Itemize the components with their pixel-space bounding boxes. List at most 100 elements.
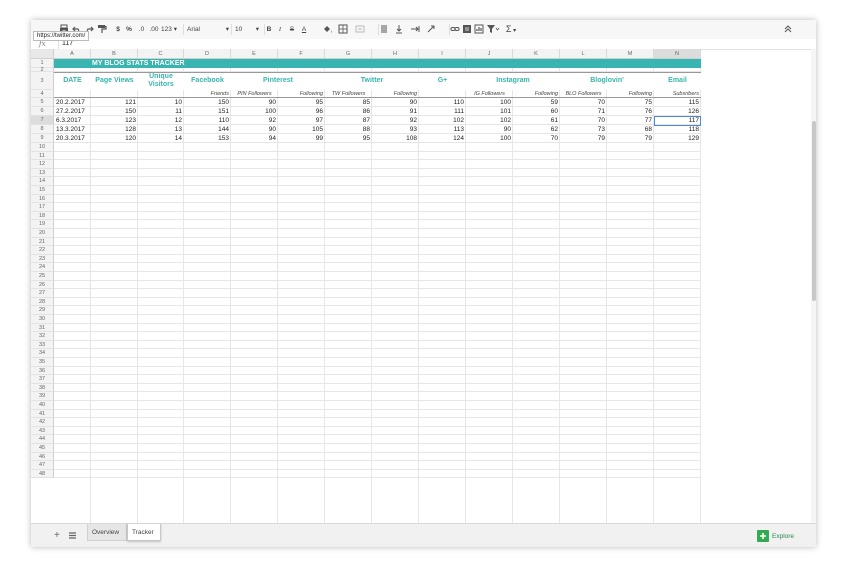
row-header[interactable]: 46 bbox=[31, 452, 54, 462]
column-header-k[interactable]: K bbox=[513, 49, 560, 59]
table-cell[interactable]: 102 bbox=[466, 116, 513, 125]
row-header[interactable]: 22 bbox=[31, 246, 54, 255]
vertical-scrollbar[interactable] bbox=[811, 49, 816, 523]
column-header-b[interactable]: B bbox=[91, 49, 138, 59]
row-header[interactable]: 12 bbox=[31, 160, 54, 169]
header-page-views[interactable]: Page Views bbox=[91, 72, 138, 90]
table-cell[interactable]: 128 bbox=[91, 125, 138, 134]
paint-format-icon[interactable] bbox=[97, 24, 107, 35]
row-header[interactable]: 6 bbox=[31, 107, 54, 116]
table-cell[interactable]: 11 bbox=[138, 107, 184, 116]
table-cell[interactable]: 10 bbox=[138, 98, 184, 107]
table-cell[interactable]: 20.3.2017 bbox=[54, 134, 91, 143]
header-pinterest[interactable]: Pinterest bbox=[231, 72, 325, 90]
text-color-button[interactable]: A bbox=[299, 24, 309, 35]
row-header[interactable]: 7 bbox=[31, 116, 54, 125]
table-cell[interactable]: 90 bbox=[372, 98, 419, 107]
table-cell[interactable]: 91 bbox=[372, 107, 419, 116]
increase-decimal-button[interactable]: .00 bbox=[148, 24, 160, 35]
table-cell[interactable]: 118 bbox=[654, 125, 701, 134]
table-cell[interactable]: 14 bbox=[138, 134, 184, 143]
table-cell[interactable]: 68 bbox=[607, 125, 654, 134]
row-header[interactable]: 17 bbox=[31, 203, 54, 212]
scrollbar-thumb[interactable] bbox=[811, 121, 816, 301]
row-header[interactable]: 34 bbox=[31, 349, 54, 358]
font-family-select[interactable]: Arial ▾ bbox=[183, 24, 231, 35]
header-instagram[interactable]: Instagram bbox=[466, 72, 560, 90]
table-cell[interactable]: 6.3.2017 bbox=[54, 116, 91, 125]
header-twitter[interactable]: Twitter bbox=[325, 72, 419, 90]
table-cell[interactable]: 129 bbox=[654, 134, 701, 143]
row-header[interactable]: 33 bbox=[31, 340, 54, 350]
table-cell[interactable]: 12 bbox=[138, 116, 184, 125]
row-header[interactable]: 21 bbox=[31, 237, 54, 247]
row-header[interactable]: 4 bbox=[31, 90, 54, 98]
table-cell[interactable]: 102 bbox=[419, 116, 466, 125]
currency-format-button[interactable]: $ bbox=[114, 24, 122, 35]
column-header-d[interactable]: D bbox=[184, 49, 231, 59]
table-cell[interactable]: 86 bbox=[325, 107, 372, 116]
table-cell[interactable]: 99 bbox=[278, 134, 325, 143]
table-cell[interactable]: 108 bbox=[372, 134, 419, 143]
table-cell[interactable]: 87 bbox=[325, 116, 372, 125]
row-header[interactable]: 25 bbox=[31, 272, 54, 281]
font-size-select[interactable]: 10 ▾ bbox=[231, 24, 261, 35]
header-gplus[interactable]: G+ bbox=[419, 72, 466, 90]
table-cell[interactable]: 95 bbox=[325, 134, 372, 143]
select-all-corner[interactable] bbox=[31, 49, 54, 59]
row-header[interactable]: 18 bbox=[31, 211, 54, 221]
table-cell[interactable]: 96 bbox=[278, 107, 325, 116]
row-header[interactable]: 24 bbox=[31, 263, 54, 272]
row-header[interactable]: 39 bbox=[31, 392, 54, 401]
table-cell[interactable]: 59 bbox=[513, 98, 560, 107]
horizontal-align-icon[interactable] bbox=[378, 24, 391, 35]
table-cell[interactable]: 111 bbox=[419, 107, 466, 116]
row-header[interactable]: 5 bbox=[31, 98, 54, 107]
formula-input[interactable]: 117 bbox=[58, 39, 802, 49]
more-formats-button[interactable]: 123 ▾ bbox=[161, 24, 177, 35]
row-header[interactable]: 3 bbox=[31, 72, 54, 90]
table-cell[interactable]: 79 bbox=[560, 134, 607, 143]
column-header-j[interactable]: J bbox=[466, 49, 513, 59]
column-header-g[interactable]: G bbox=[325, 49, 372, 59]
row-header[interactable]: 40 bbox=[31, 401, 54, 410]
table-cell[interactable]: 150 bbox=[184, 98, 231, 107]
row-header[interactable]: 29 bbox=[31, 306, 54, 315]
table-cell[interactable]: 90 bbox=[231, 98, 278, 107]
column-header-h[interactable]: H bbox=[372, 49, 419, 59]
header-unique-visitors[interactable]: Unique Visitors bbox=[138, 72, 184, 90]
selected-cell[interactable] bbox=[654, 115, 701, 126]
table-cell[interactable]: 75 bbox=[607, 98, 654, 107]
table-cell[interactable]: 61 bbox=[513, 116, 560, 125]
explore-button[interactable]: Explore bbox=[757, 530, 794, 542]
table-cell[interactable]: 93 bbox=[372, 125, 419, 134]
table-cell[interactable]: 20.2.2017 bbox=[54, 98, 91, 107]
insert-comment-icon[interactable] bbox=[462, 24, 472, 35]
column-header-c[interactable]: C bbox=[138, 49, 184, 59]
table-cell[interactable]: 13.3.2017 bbox=[54, 125, 91, 134]
table-cell[interactable]: 113 bbox=[419, 125, 466, 134]
row-header[interactable]: 31 bbox=[31, 323, 54, 333]
row-header[interactable]: 20 bbox=[31, 229, 54, 238]
row-header[interactable]: 14 bbox=[31, 177, 54, 186]
table-cell[interactable]: 121 bbox=[91, 98, 138, 107]
row-header[interactable]: 10 bbox=[31, 143, 54, 152]
insert-chart-icon[interactable] bbox=[474, 24, 484, 35]
row-header[interactable]: 43 bbox=[31, 426, 54, 436]
row-header[interactable]: 45 bbox=[31, 444, 54, 453]
table-cell[interactable]: 101 bbox=[466, 107, 513, 116]
table-cell[interactable]: 85 bbox=[325, 98, 372, 107]
table-cell[interactable]: 71 bbox=[560, 107, 607, 116]
table-cell[interactable]: 100 bbox=[231, 107, 278, 116]
row-header[interactable]: 23 bbox=[31, 254, 54, 264]
column-header-a[interactable]: A bbox=[54, 49, 91, 59]
link-tooltip[interactable]: https://twitter.com/ bbox=[33, 31, 90, 41]
text-wrap-icon[interactable] bbox=[410, 24, 422, 35]
row-header[interactable]: 11 bbox=[31, 151, 54, 161]
table-cell[interactable]: 97 bbox=[278, 116, 325, 125]
row-header[interactable]: 26 bbox=[31, 280, 54, 290]
row-header[interactable]: 41 bbox=[31, 409, 54, 419]
merge-cells-icon[interactable] bbox=[355, 24, 367, 35]
column-header-f[interactable]: F bbox=[278, 49, 325, 59]
percent-format-button[interactable]: % bbox=[125, 24, 133, 35]
